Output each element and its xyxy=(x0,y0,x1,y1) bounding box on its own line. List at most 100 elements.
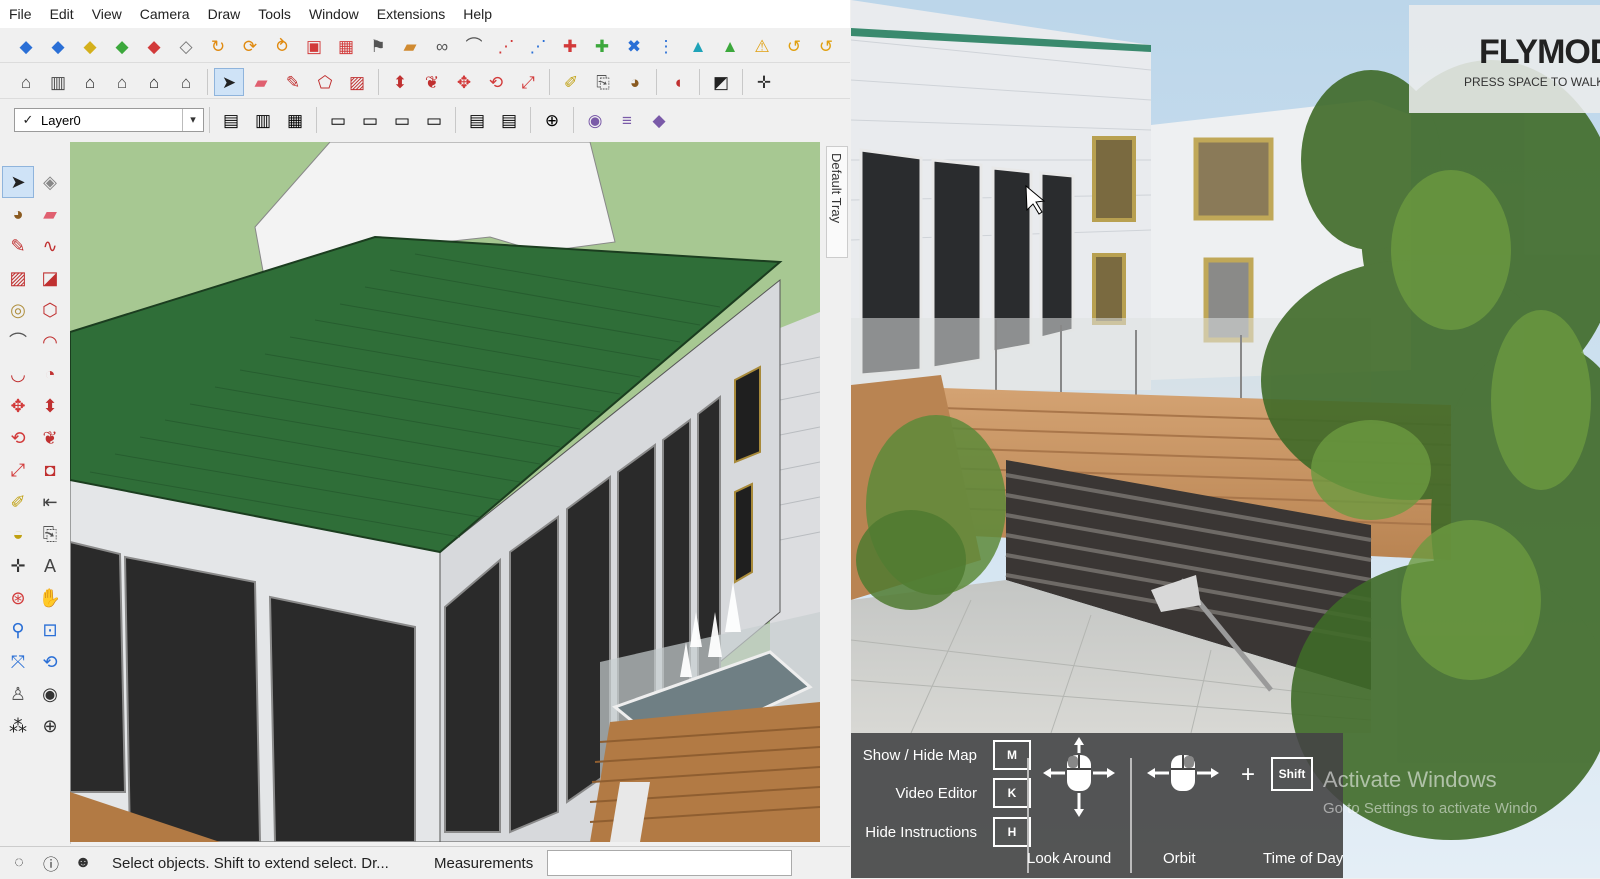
menu-tools[interactable]: Tools xyxy=(249,0,300,28)
tape-icon[interactable]: ✐ xyxy=(2,486,34,518)
cube-blue-icon[interactable]: ◆ xyxy=(11,32,41,60)
zoom-extents-icon[interactable]: ⤧ xyxy=(2,646,34,678)
cross-blue-icon[interactable]: ✖ xyxy=(619,32,649,60)
arc2-icon[interactable]: ◠ xyxy=(34,326,66,358)
menu-edit[interactable]: Edit xyxy=(41,0,83,28)
erase-box-icon[interactable]: ◩ xyxy=(706,68,736,96)
layer-dropdown[interactable]: ✓ Layer0 ▾ xyxy=(14,108,204,132)
followme-icon[interactable]: ❦ xyxy=(34,422,66,454)
rotate-icon[interactable]: ⟲ xyxy=(481,68,511,96)
house-left-icon[interactable]: ⌂ xyxy=(171,68,201,96)
paint-bucket-icon[interactable]: ◕ xyxy=(2,198,34,230)
eye-icon[interactable]: ◉ xyxy=(580,106,610,134)
lumion-viewport[interactable]: FLYMOD PRESS SPACE TO WALK ON TH Show / … xyxy=(851,0,1600,878)
flag-icon[interactable]: ⚑ xyxy=(363,32,393,60)
key-k[interactable]: K xyxy=(993,778,1031,808)
scene-icon[interactable]: ▭ xyxy=(355,106,385,134)
link-icon[interactable]: ∞ xyxy=(427,32,457,60)
walk-icon[interactable]: ⁂ xyxy=(2,710,34,742)
twist-icon[interactable]: ⥁ xyxy=(267,32,297,60)
dots-icon[interactable]: ⋰ xyxy=(491,32,521,60)
follow-me-icon[interactable]: ↻ xyxy=(203,32,233,60)
panel-icon[interactable]: ▤ xyxy=(494,106,524,134)
house-front-icon[interactable]: ⌂ xyxy=(75,68,105,96)
export-icon[interactable]: ▥ xyxy=(248,106,278,134)
zoom-window-icon[interactable]: ⊡ xyxy=(34,614,66,646)
box-orange-icon[interactable]: ▰ xyxy=(395,32,425,60)
rotated-rect-icon[interactable]: ◪ xyxy=(34,262,66,294)
grid-icon[interactable]: ▦ xyxy=(331,32,361,60)
pushpull-icon[interactable]: ⬍ xyxy=(385,68,415,96)
pan-icon[interactable]: ✋ xyxy=(34,582,66,614)
layer-manager-icon[interactable]: ▤ xyxy=(216,106,246,134)
circle-icon[interactable]: ◎ xyxy=(2,294,34,326)
protractor-icon[interactable]: ◒ xyxy=(2,518,34,550)
menu-view[interactable]: View xyxy=(83,0,131,28)
menu-camera[interactable]: Camera xyxy=(131,0,199,28)
arc-icon[interactable]: ⌒ xyxy=(459,32,489,60)
cube-outline-icon[interactable]: ◇ xyxy=(171,32,201,60)
menu-help[interactable]: Help xyxy=(454,0,501,28)
zoom-icon[interactable]: ⚲ xyxy=(2,614,34,646)
pushpull-icon[interactable]: ⬍ xyxy=(34,390,66,422)
cross-green-icon[interactable]: ✚ xyxy=(587,32,617,60)
dots-blue-icon[interactable]: ⋰ xyxy=(523,32,553,60)
panel-icon[interactable]: ▤ xyxy=(462,106,492,134)
measurements-input[interactable] xyxy=(547,850,793,876)
house-iso-icon[interactable]: ⌂ xyxy=(11,68,41,96)
shape-icon[interactable]: ⬠ xyxy=(310,68,340,96)
cube-green-icon[interactable]: ◆ xyxy=(107,32,137,60)
pencil-icon[interactable]: ✎ xyxy=(278,68,308,96)
scene-icon[interactable]: ▭ xyxy=(323,106,353,134)
key-shift[interactable]: Shift xyxy=(1271,757,1313,791)
scene-icon[interactable]: ▭ xyxy=(419,106,449,134)
menu-extensions[interactable]: Extensions xyxy=(368,0,454,28)
scale-icon[interactable]: ⤢ xyxy=(2,454,34,486)
freehand-icon[interactable]: ∿ xyxy=(34,230,66,262)
cube-red-icon[interactable]: ◆ xyxy=(139,32,169,60)
geo-location-icon[interactable]: ⊕ xyxy=(537,106,567,134)
curl-icon[interactable]: ↺ xyxy=(811,32,841,60)
rectangle-icon[interactable]: ▨ xyxy=(2,262,34,294)
key-h[interactable]: H xyxy=(993,817,1031,847)
grid-dots-icon[interactable]: ⋮ xyxy=(651,32,681,60)
cone-icon[interactable]: ▲ xyxy=(683,32,713,60)
position-camera-icon[interactable]: ♙ xyxy=(2,678,34,710)
move-icon[interactable]: ✥ xyxy=(2,390,34,422)
settings-lines-icon[interactable]: ≡ xyxy=(612,106,642,134)
pencil-icon[interactable]: ✎ xyxy=(2,230,34,262)
geo-status-icon[interactable]: ◌ xyxy=(6,850,32,876)
cross-red-icon[interactable]: ✚ xyxy=(555,32,585,60)
component-icon[interactable]: ◈ xyxy=(34,166,66,198)
menu-file[interactable]: File xyxy=(0,0,41,28)
house-right-icon[interactable]: ⌂ xyxy=(107,68,137,96)
house-side-icon[interactable]: ▥ xyxy=(43,68,73,96)
import-icon[interactable]: ▦ xyxy=(280,106,310,134)
dimension-icon[interactable]: ⇤ xyxy=(34,486,66,518)
user-icon[interactable]: ☻ xyxy=(70,850,96,876)
cube-yellow-icon[interactable]: ◆ xyxy=(75,32,105,60)
cube-blue-icon[interactable]: ◆ xyxy=(43,32,73,60)
3dtext-icon[interactable]: A xyxy=(34,550,66,582)
rectangle-icon[interactable]: ▨ xyxy=(342,68,372,96)
rotate-arrow-icon[interactable]: ⟳ xyxy=(235,32,265,60)
eraser-icon[interactable]: ▰ xyxy=(246,68,276,96)
axes-icon[interactable]: ✛ xyxy=(2,550,34,582)
text-icon[interactable]: ⎘ xyxy=(34,518,66,550)
previous-icon[interactable]: ⟲ xyxy=(34,646,66,678)
offset-icon[interactable]: ◘ xyxy=(34,454,66,486)
axes-icon[interactable]: ✛ xyxy=(749,68,779,96)
pie-icon[interactable]: ◔ xyxy=(34,358,66,390)
section-plane-icon[interactable]: ⊕ xyxy=(34,710,66,742)
sketchup-viewport[interactable] xyxy=(70,142,820,842)
menu-draw[interactable]: Draw xyxy=(199,0,250,28)
move-icon[interactable]: ✥ xyxy=(449,68,479,96)
section-icon[interactable]: ◖ xyxy=(663,68,693,96)
house-back-icon[interactable]: ⌂ xyxy=(139,68,169,96)
key-m[interactable]: M xyxy=(993,740,1031,770)
chevron-down-icon[interactable]: ▾ xyxy=(182,109,203,131)
rotate-icon[interactable]: ⟲ xyxy=(2,422,34,454)
arc3-icon[interactable]: ◡ xyxy=(2,358,34,390)
scene-icon[interactable]: ▭ xyxy=(387,106,417,134)
select-icon[interactable]: ➤ xyxy=(2,166,34,198)
